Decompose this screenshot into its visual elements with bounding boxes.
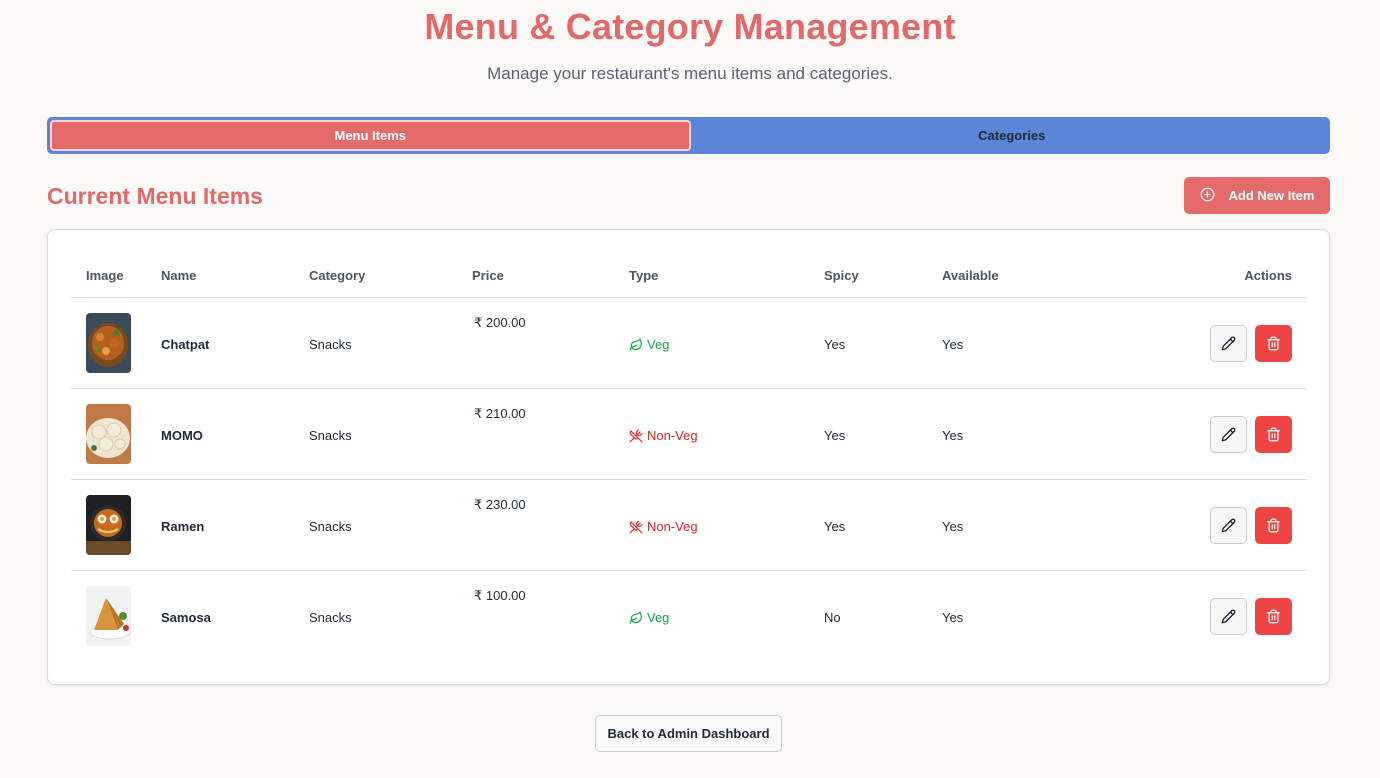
edit-button[interactable] xyxy=(1210,416,1247,453)
item-type-label: Non-Veg xyxy=(647,519,698,534)
delete-button[interactable] xyxy=(1255,325,1292,362)
add-new-item-button[interactable]: Add New Item xyxy=(1184,177,1330,214)
column-header-type: Type xyxy=(629,268,659,283)
column-header-available: Available xyxy=(942,268,999,283)
table-row: MOMO Snacks ₹ 210.00 Non-Veg Yes Yes xyxy=(71,389,1307,480)
item-category: Snacks xyxy=(309,519,352,534)
table-row: Samosa Snacks ₹ 100.00 Veg No Yes xyxy=(71,571,1307,662)
column-header-image: Image xyxy=(86,268,124,283)
item-price: ₹ 100.00 xyxy=(474,588,526,603)
pencil-icon xyxy=(1221,336,1236,351)
item-type-label: Non-Veg xyxy=(647,428,698,443)
item-available: Yes xyxy=(942,610,964,625)
item-price: ₹ 210.00 xyxy=(474,406,526,421)
item-name: Chatpat xyxy=(161,337,210,352)
column-header-actions: Actions xyxy=(1244,268,1292,283)
plus-circle-icon xyxy=(1200,187,1215,205)
delete-button[interactable] xyxy=(1255,507,1292,544)
utensils-crossed-icon xyxy=(629,520,643,533)
edit-button[interactable] xyxy=(1210,598,1247,635)
item-available: Yes xyxy=(942,519,964,534)
leaf-icon xyxy=(629,338,642,351)
utensils-crossed-icon xyxy=(629,429,643,442)
trash-icon xyxy=(1267,336,1280,351)
item-image-samosa xyxy=(86,586,131,646)
item-category: Snacks xyxy=(309,428,352,443)
item-type: Non-Veg xyxy=(629,519,698,534)
back-to-admin-dashboard-button[interactable]: Back to Admin Dashboard xyxy=(595,715,782,752)
column-header-price: Price xyxy=(472,268,504,283)
leaf-icon xyxy=(629,611,642,624)
table-header: Image Name Category Price Type Spicy Ava… xyxy=(71,230,1307,298)
table-row: Ramen Snacks ₹ 230.00 Non-Veg Yes Yes xyxy=(71,480,1307,571)
column-header-name: Name xyxy=(161,268,197,283)
item-name: Samosa xyxy=(161,610,211,625)
item-name: MOMO xyxy=(161,428,203,443)
menu-items-table: Image Name Category Price Type Spicy Ava… xyxy=(47,229,1330,685)
column-header-category: Category xyxy=(309,268,366,283)
item-image-ramen xyxy=(86,495,131,555)
item-type: Veg xyxy=(629,337,669,352)
tab-bar: Menu Items Categories xyxy=(47,117,1330,154)
item-type-label: Veg xyxy=(647,337,670,352)
item-image-chatpat xyxy=(86,313,131,373)
delete-button[interactable] xyxy=(1255,416,1292,453)
item-spicy: No xyxy=(824,610,841,625)
pencil-icon xyxy=(1221,609,1236,624)
column-header-spicy: Spicy xyxy=(824,268,859,283)
item-price: ₹ 230.00 xyxy=(474,497,526,512)
section-title: Current Menu Items xyxy=(47,183,263,209)
item-available: Yes xyxy=(942,337,964,352)
delete-button[interactable] xyxy=(1255,598,1292,635)
item-type-label: Veg xyxy=(647,610,670,625)
item-price: ₹ 200.00 xyxy=(474,315,526,330)
add-new-item-label: Add New Item xyxy=(1228,188,1315,203)
item-name: Ramen xyxy=(161,519,205,534)
item-type: Non-Veg xyxy=(629,428,698,443)
item-spicy: Yes xyxy=(824,337,846,352)
item-spicy: Yes xyxy=(824,428,846,443)
item-available: Yes xyxy=(942,428,964,443)
edit-button[interactable] xyxy=(1210,325,1247,362)
tab-menu-items[interactable]: Menu Items xyxy=(50,120,691,151)
tab-categories[interactable]: Categories xyxy=(694,117,1331,154)
trash-icon xyxy=(1267,609,1280,624)
page-subtitle: Manage your restaurant's menu items and … xyxy=(487,64,893,83)
item-category: Snacks xyxy=(309,610,352,625)
edit-button[interactable] xyxy=(1210,507,1247,544)
item-type: Veg xyxy=(629,610,669,625)
menu-management-page: Menu & Category Management Manage your r… xyxy=(0,0,1380,778)
trash-icon xyxy=(1267,518,1280,533)
trash-icon xyxy=(1267,427,1280,442)
pencil-icon xyxy=(1221,518,1236,533)
pencil-icon xyxy=(1221,427,1236,442)
page-title: Menu & Category Management xyxy=(424,6,956,47)
item-spicy: Yes xyxy=(824,519,846,534)
table-row: Chatpat Snacks ₹ 200.00 Veg Yes Yes xyxy=(71,298,1307,389)
item-image-momo xyxy=(86,404,131,464)
item-category: Snacks xyxy=(309,337,352,352)
